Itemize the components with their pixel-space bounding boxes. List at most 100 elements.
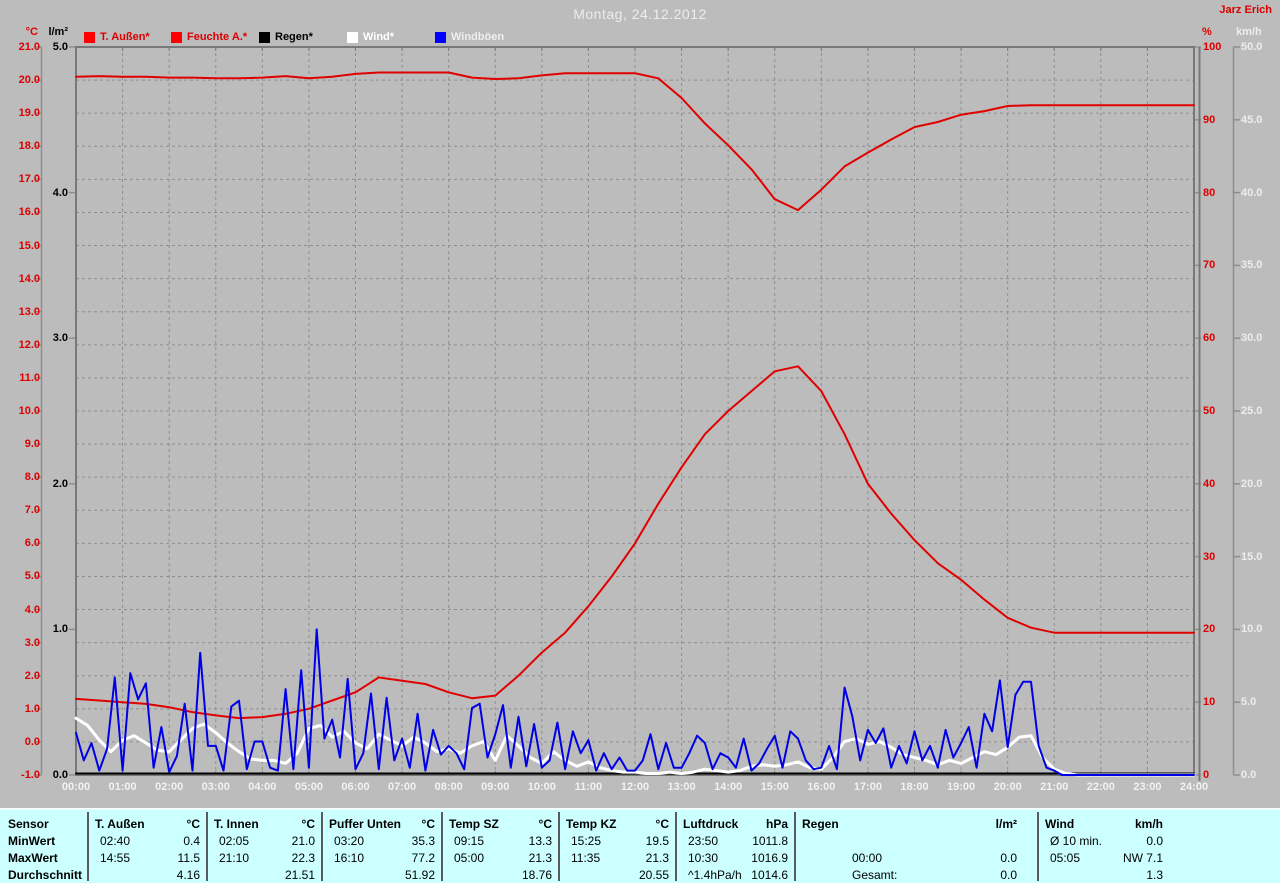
- table-stat-value: 0.4: [183, 834, 200, 848]
- time-axis-tick: 03:00: [201, 781, 230, 793]
- wind-axis-tick: 15.0: [1241, 550, 1263, 563]
- temp-axis-tick: 8.0: [24, 471, 40, 484]
- temp-axis-tick: 21.0: [18, 41, 40, 53]
- time-axis-tick: 22:00: [1086, 781, 1115, 793]
- wind-axis-tick: 0.0: [1241, 769, 1257, 781]
- temp-axis-tick: 5.0: [24, 570, 40, 583]
- time-axis-tick: 08:00: [434, 781, 463, 793]
- table-column-separator: [321, 812, 323, 881]
- time-axis-tick: 17:00: [853, 781, 882, 793]
- time-axis-tick: 15:00: [760, 781, 789, 793]
- time-axis-tick: 05:00: [294, 781, 323, 793]
- table-col-unit: hPa: [765, 817, 788, 831]
- table-stat-value: 1011.8: [752, 834, 788, 848]
- table-col-unit: °C: [655, 817, 669, 831]
- time-axis-tick: 23:00: [1133, 781, 1162, 793]
- humidity-axis-tick: 40: [1203, 477, 1216, 490]
- legend-label: Regen*: [275, 31, 313, 43]
- temp-axis-tick: 1.0: [24, 702, 40, 715]
- table-column-separator: [1037, 812, 1039, 881]
- rain-axis-tick: 1.0: [52, 623, 68, 636]
- temp-axis-tick: 11.0: [19, 371, 40, 384]
- time-axis-tick: 04:00: [248, 781, 277, 793]
- table-column-separator: [206, 812, 208, 881]
- weather-app-window: { "header": { "title": "Montag, 24.12.20…: [0, 0, 1280, 883]
- table-col-unit: l/m²: [995, 817, 1017, 831]
- wind-axis-unit: km/h: [1236, 26, 1262, 38]
- wind-axis-tick: 30.0: [1241, 332, 1263, 345]
- time-axis-tick: 19:00: [947, 781, 976, 793]
- time-axis-tick: 18:00: [900, 781, 929, 793]
- series-feuchte-a-: [75, 71, 1195, 212]
- time-axis-tick: 24:00: [1179, 781, 1209, 793]
- rain-axis-unit: l/m²: [48, 26, 68, 38]
- table-column-separator: [794, 812, 796, 881]
- time-axis-tick: 00:00: [61, 781, 91, 793]
- table-stat-value: 0.0: [1000, 851, 1017, 865]
- sensor-stats-table: Sensor MinWert MaxWert Durchschnitt T. Außen…: [0, 808, 1280, 883]
- operator-name: Jarz Erich: [1219, 4, 1272, 16]
- table-col-unit: km/h: [1134, 817, 1163, 831]
- wind-axis-tick: 35.0: [1241, 259, 1263, 272]
- table-column-separator: [87, 812, 89, 881]
- temp-axis-unit: °C: [25, 26, 38, 38]
- humidity-axis-tick: 70: [1203, 259, 1216, 272]
- legend-swatch-icon: [347, 32, 358, 43]
- wind-axis-tick: 10.0: [1241, 623, 1263, 636]
- wind-axis-tick: 40.0: [1241, 186, 1263, 199]
- page-title: Montag, 24.12.2012: [573, 6, 707, 22]
- table-stat-value: 77.2: [411, 851, 435, 865]
- legend-label: Feuchte A.*: [187, 31, 248, 43]
- humidity-axis-tick: 10: [1203, 696, 1216, 709]
- table-column-separator: [441, 812, 443, 881]
- temp-axis-tick: 10.0: [18, 405, 40, 417]
- time-axis-tick: 21:00: [1040, 781, 1069, 793]
- table-stat-value: 1016.9: [751, 851, 788, 865]
- temp-axis-tick: 19.0: [18, 107, 40, 120]
- table-stat-value: 19.5: [645, 834, 669, 848]
- temp-axis-tick: -1.0: [21, 769, 40, 781]
- table-row-label: MaxWert: [8, 851, 58, 865]
- temp-axis-tick: 15.0: [18, 239, 40, 252]
- table-stat-value: 0.0: [1146, 834, 1163, 848]
- table-col-unit: °C: [538, 817, 552, 831]
- table-stat-value: 35.3: [411, 834, 435, 848]
- time-axis-tick: 14:00: [714, 781, 743, 793]
- table-col-unit: °C: [301, 817, 315, 831]
- table-column-separator: [558, 812, 560, 881]
- table-column-separator: [675, 812, 677, 881]
- temp-axis-tick: 7.0: [24, 504, 40, 517]
- table-stat-value: 21.3: [528, 851, 552, 865]
- humidity-axis-tick: 20: [1203, 623, 1216, 636]
- temp-axis-tick: 16.0: [18, 206, 40, 219]
- wind-axis-tick: 5.0: [1241, 696, 1257, 709]
- rain-axis-tick: 5.0: [52, 41, 68, 53]
- humidity-axis-tick: 90: [1203, 113, 1216, 126]
- legend-label: T. Außen*: [100, 31, 150, 43]
- rain-axis-tick: 3.0: [52, 332, 68, 345]
- humidity-axis-tick: 50: [1203, 405, 1216, 417]
- table-row-label: MinWert: [8, 834, 56, 848]
- table-stat-value: 11.5: [177, 851, 200, 865]
- temp-axis-tick: 2.0: [24, 669, 40, 682]
- temp-axis-tick: 3.0: [24, 636, 40, 649]
- table-stat-value: NW 7.1: [1122, 851, 1163, 865]
- rain-axis-tick: 2.0: [52, 477, 68, 490]
- legend-swatch-icon: [171, 32, 182, 43]
- time-axis-tick: 12:00: [620, 781, 650, 793]
- time-axis-tick: 07:00: [388, 781, 417, 793]
- table-stat-value: 22.3: [291, 851, 315, 865]
- temp-axis-tick: 12.0: [18, 338, 40, 351]
- weather-chart-plot: [35, 46, 1240, 781]
- table-stat-value: 21.0: [291, 834, 315, 848]
- temp-axis-tick: 14.0: [18, 272, 40, 285]
- temp-axis-tick: 20.0: [18, 74, 40, 87]
- temp-axis-tick: 0.0: [24, 735, 40, 748]
- table-col-unit: °C: [421, 817, 435, 831]
- time-axis-tick: 02:00: [155, 781, 184, 793]
- temp-axis-tick: 18.0: [18, 140, 40, 153]
- legend-label: Windböen: [451, 31, 505, 43]
- table-stat-value: 21.3: [645, 851, 669, 865]
- temp-axis-tick: 6.0: [24, 537, 40, 550]
- wind-axis-tick: 50.0: [1241, 41, 1263, 53]
